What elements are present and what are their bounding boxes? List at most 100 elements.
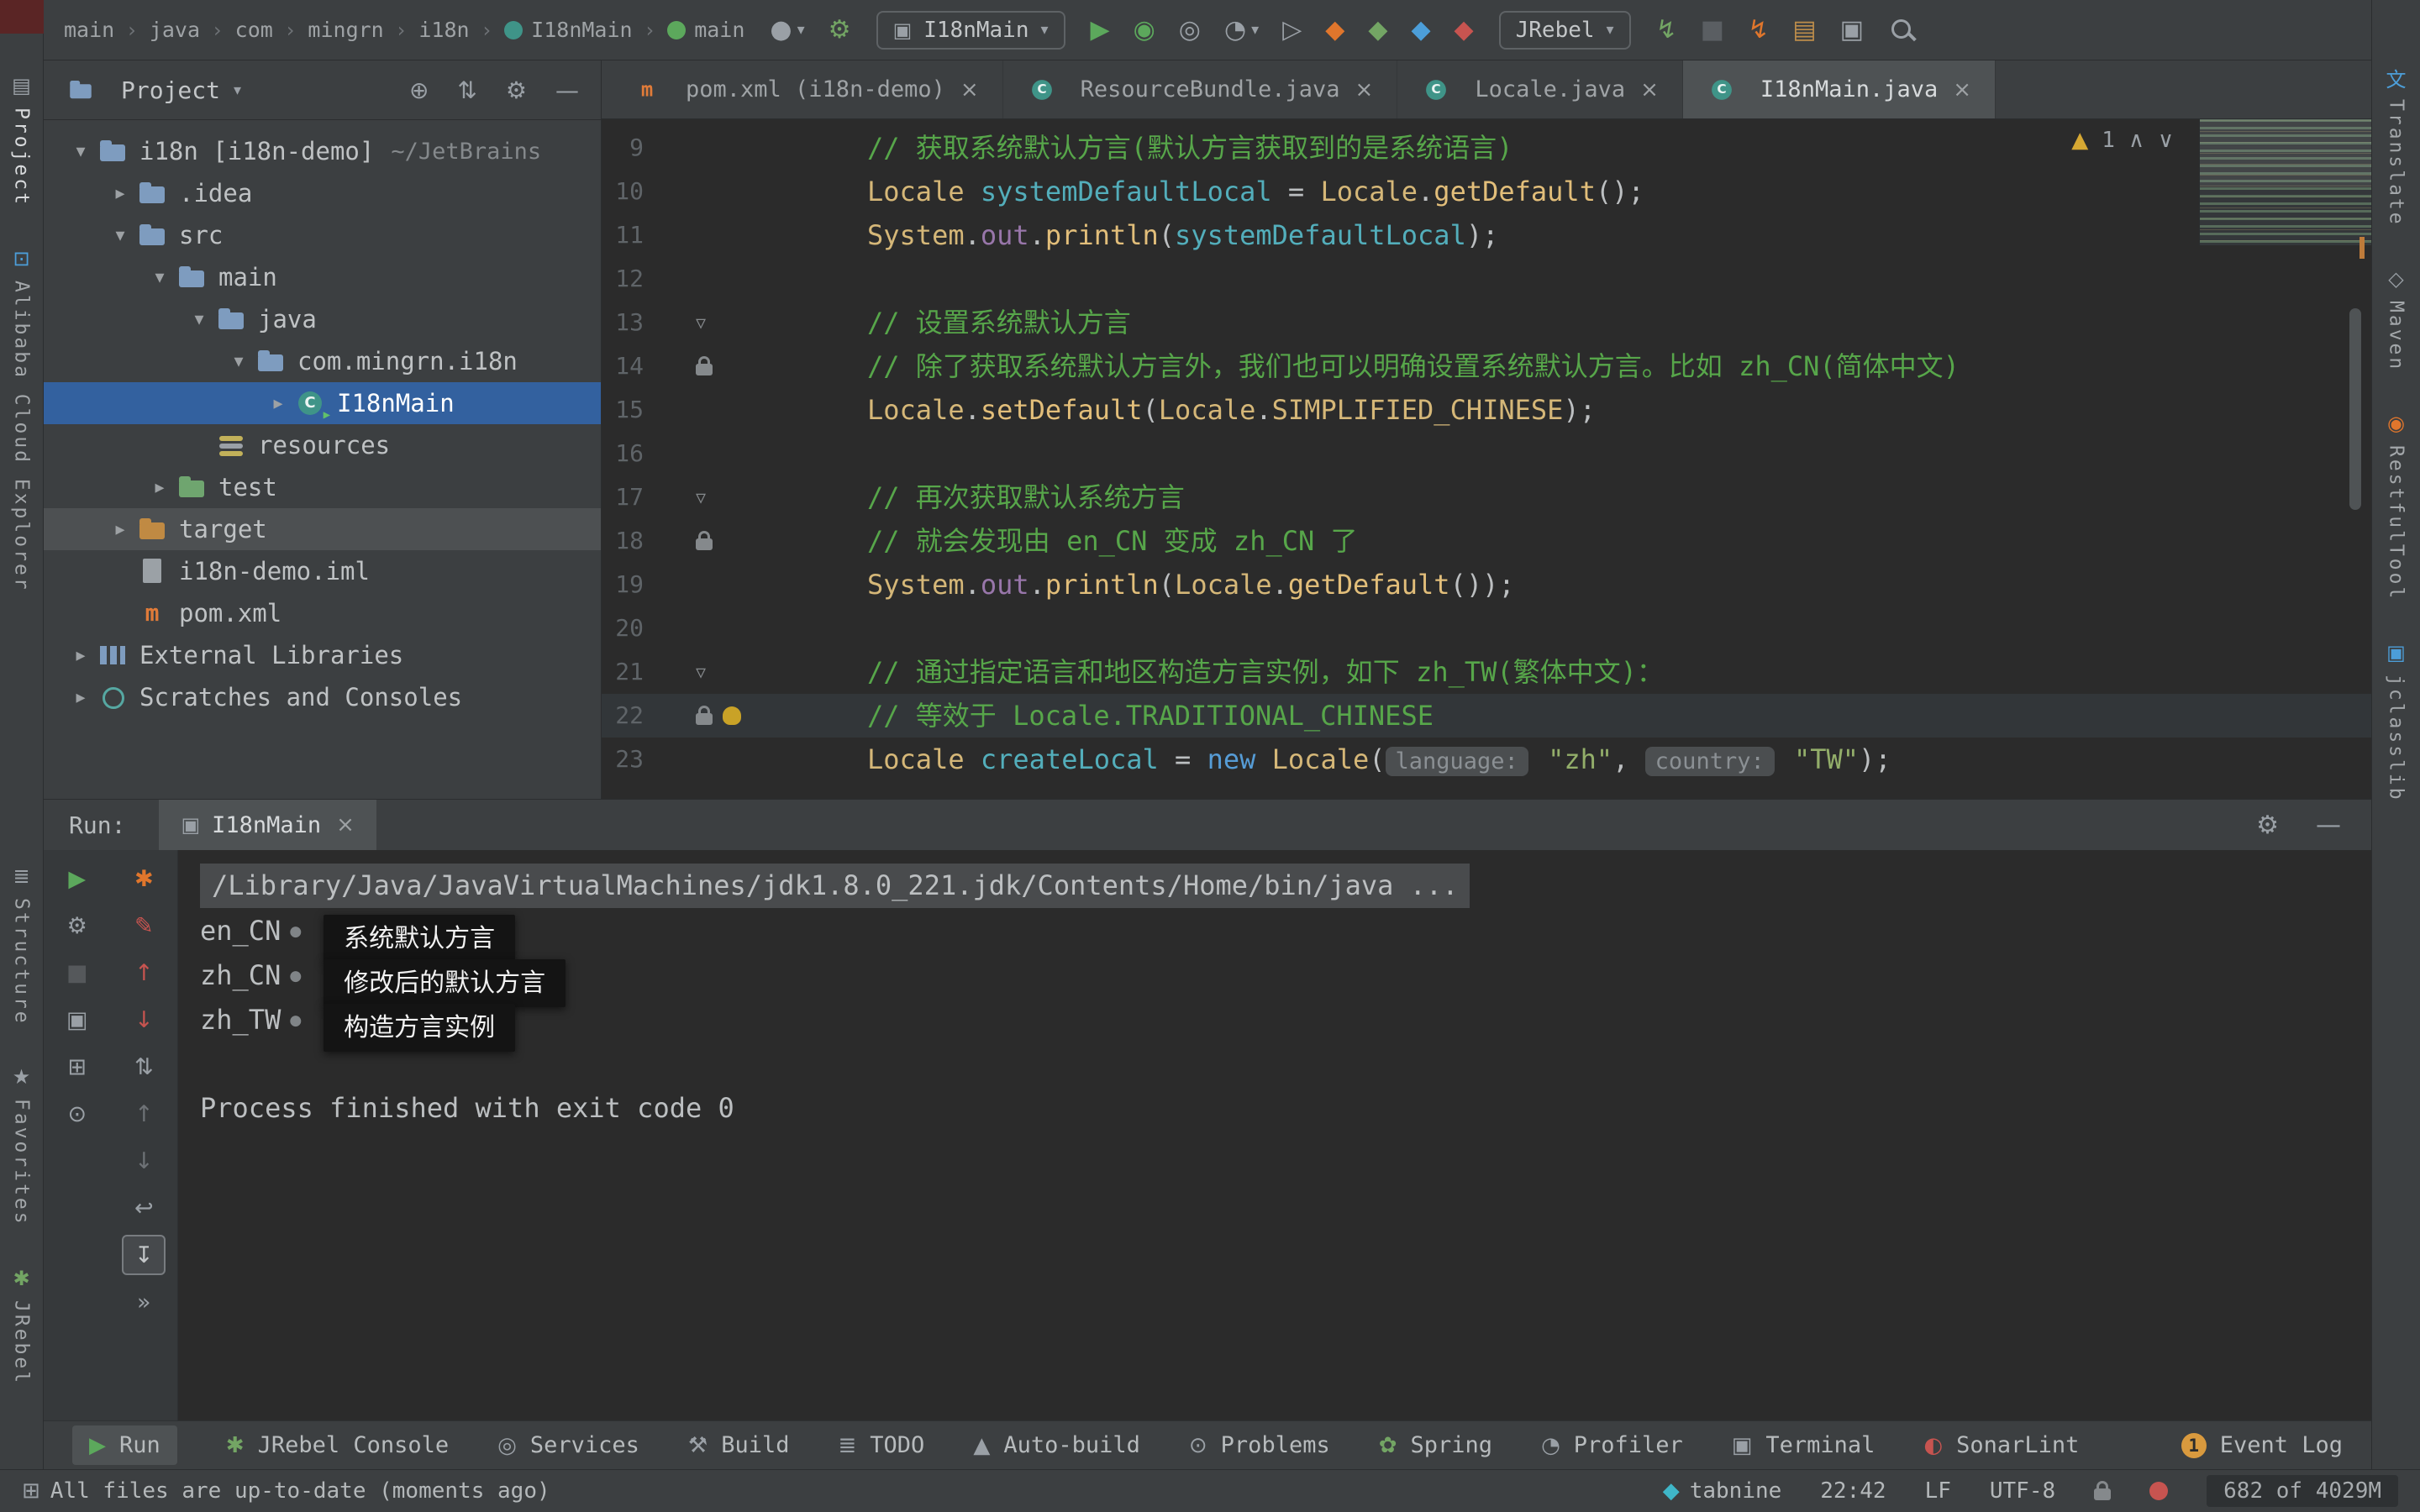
hotswap-icon[interactable]: ↯ [1748, 15, 1769, 45]
toolwindow-profiler[interactable]: ◔ Profiler [1541, 1432, 1683, 1458]
memory-indicator[interactable]: 682 of 4029M [2207, 1475, 2398, 1507]
code-text[interactable]: // 获取系统默认方言(默认方言获取到的是系统语言) [783, 126, 1512, 170]
tree-toggle-icon[interactable]: ▸ [103, 183, 137, 204]
restore-layout-icon[interactable]: ▣ [1840, 15, 1864, 45]
line-number[interactable]: 16 [602, 432, 649, 475]
code-minimap[interactable] [2199, 119, 2371, 245]
debug-icon[interactable]: ◉ [1134, 15, 1155, 45]
breadcrumb-mingrn[interactable]: mingrn [308, 18, 383, 42]
toolwindow-event-log[interactable]: 1 Event Log [2181, 1432, 2343, 1458]
tree-item-main[interactable]: ▾ main [44, 256, 601, 298]
toolwindow-sonarlint[interactable]: ◐ SonarLint [1923, 1432, 2079, 1458]
code-text[interactable]: System.out.println(Locale.getDefault()); [783, 563, 1515, 606]
tree-item-com-mingrn-i18n[interactable]: ▾ com.mingrn.i18n [44, 340, 601, 382]
pin-icon[interactable]: ⊙ [55, 1094, 99, 1134]
stripe-button-jrebel[interactable]: ✱ JRebel [8, 1265, 35, 1385]
rebel-agent-icon[interactable]: ↯ [1656, 15, 1677, 45]
chevron-down-icon[interactable]: ▾ [234, 81, 241, 99]
run-anything-icon[interactable]: ▷ [1282, 15, 1302, 45]
inspection-widget[interactable]: ▲ 1 ∧ ∨ [2071, 128, 2174, 153]
code-text[interactable] [783, 257, 867, 301]
layout-icon[interactable]: ⊞ [55, 1047, 99, 1087]
stop-icon[interactable]: ■ [1701, 15, 1724, 45]
settings-icon[interactable]: ⚙ [506, 76, 527, 104]
stop-icon[interactable]: ■ [55, 953, 99, 993]
toolwindow-build[interactable]: ⚒ Build [688, 1432, 790, 1458]
run-settings-icon[interactable]: ⚙ [2256, 811, 2279, 840]
toolwindow-run[interactable]: ▶ Run [72, 1425, 177, 1465]
editor-scrollbar[interactable] [2349, 308, 2361, 510]
tree-toggle-icon[interactable]: ▸ [64, 687, 97, 708]
stripe-button-jclasslib[interactable]: ▣ jclasslib [2383, 639, 2410, 802]
code-text[interactable]: System.out.println(systemDefaultLocal); [783, 213, 1498, 257]
down-stack-icon[interactable]: ↓ [122, 1000, 166, 1040]
tab-i18nmain-java[interactable]: I18nMain.java × [1682, 60, 1996, 118]
line-number[interactable]: 18 [602, 519, 649, 563]
sort-icon[interactable]: ⇅ [122, 1047, 166, 1087]
breadcrumb-i18nmain[interactable]: I18nMain [504, 18, 633, 42]
toolwindow-jrebel-console[interactable]: ✱ JRebel Console [226, 1432, 449, 1458]
code-text[interactable] [783, 432, 867, 475]
prev-problem-icon[interactable]: ∧ [2128, 128, 2144, 153]
line-number[interactable]: 22 [602, 694, 649, 738]
tree-item-src[interactable]: ▾ src [44, 214, 601, 256]
code-text[interactable]: Locale createLocal = new Locale(language… [783, 738, 1891, 781]
hide-panel-icon[interactable]: — [555, 76, 579, 104]
breadcrumb-i18n[interactable]: i18n [418, 18, 469, 42]
code-text[interactable]: // 除了获取系统默认方言外，我们也可以明确设置系统默认方言。比如 zh_CN(… [783, 344, 1960, 388]
run-settings-icon[interactable]: ⚙ [55, 906, 99, 946]
open-project-icon[interactable]: ▤ [1792, 15, 1816, 45]
search-everywhere-icon[interactable] [1887, 15, 1918, 45]
toolwindow-todo[interactable]: ≣ TODO [838, 1432, 924, 1458]
profiler-icon[interactable]: ◔ ▾ [1224, 15, 1259, 45]
tree-item-i18nmain[interactable]: ▸ I18nMain [44, 382, 601, 424]
sonarlint-status-icon[interactable] [2149, 1482, 2169, 1500]
close-icon[interactable]: × [960, 77, 979, 102]
code-text[interactable]: Locale systemDefaultLocal = Locale.getDe… [783, 170, 1644, 213]
tree-item-external-libraries[interactable]: ▸ External Libraries [44, 634, 601, 676]
stripe-button-maven[interactable]: ◇ Maven [2383, 265, 2410, 371]
tree-toggle-icon[interactable]: ▾ [103, 225, 137, 246]
breadcrumb-java[interactable]: java [150, 18, 200, 42]
tab-pom-xml-i18n-demo[interactable]: pom.xml (i18n-demo) × [608, 60, 1003, 118]
fold-region-icon[interactable]: ▿ [696, 475, 706, 519]
code-text[interactable]: // 再次获取默认系统方言 [783, 475, 1185, 519]
close-icon[interactable]: × [1640, 77, 1659, 102]
stripe-button-favorites[interactable]: ★ Favorites [8, 1063, 35, 1226]
scroll-to-end-icon[interactable]: ↧ [122, 1235, 166, 1275]
tree-toggle-icon[interactable]: ▸ [261, 393, 295, 414]
run-config-combo[interactable]: ▣ I18nMain ▾ [876, 10, 1065, 50]
toolwindow-services[interactable]: ◎ Services [497, 1432, 639, 1458]
tree-item-java[interactable]: ▾ java [44, 298, 601, 340]
tabnine-status[interactable]: ◆ tabnine [1663, 1478, 1782, 1504]
tree-item-test[interactable]: ▸ test [44, 466, 601, 508]
next-occurrence-icon[interactable]: ↓ [122, 1141, 166, 1181]
prev-occurrence-icon[interactable]: ↑ [122, 1094, 166, 1134]
line-number[interactable]: 21 [602, 650, 649, 694]
code-text[interactable]: // 通过指定语言和地区构造方言实例，如下 zh_TW(繁体中文)： [783, 650, 1664, 694]
line-number[interactable]: 11 [602, 213, 649, 257]
jrebel-combo[interactable]: JRebel ▾ [1498, 10, 1631, 50]
coverage-icon[interactable]: ◎ [1179, 15, 1201, 45]
stripe-button-project[interactable]: ▤ Project [8, 72, 35, 207]
jrebel-run-icon[interactable]: ◆ [1325, 15, 1344, 45]
tree-toggle-icon[interactable]: ▸ [64, 645, 97, 666]
tab-resourcebundle-java[interactable]: ResourceBundle.java × [1003, 60, 1398, 118]
code-text[interactable]: // 设置系统默认方言 [783, 301, 1131, 344]
tree-toggle-icon[interactable]: ▾ [222, 351, 255, 372]
close-icon[interactable]: × [1355, 77, 1374, 102]
user-menu-icon[interactable]: ● ▾ [770, 15, 804, 45]
next-problem-icon[interactable]: ∨ [2158, 128, 2174, 153]
line-number[interactable]: 12 [602, 257, 649, 301]
tree-toggle-icon[interactable]: ▾ [143, 267, 176, 288]
toolwindow-terminal[interactable]: ▣ Terminal [1732, 1432, 1876, 1458]
readonly-lock-icon[interactable] [2094, 1481, 2112, 1500]
line-number[interactable]: 14 [602, 344, 649, 388]
stripe-button-alibaba-cloud-explorer[interactable]: ⊡ Alibaba Cloud Explorer [8, 245, 35, 592]
line-number[interactable]: 17 [602, 475, 649, 519]
stripe-button-restfultool[interactable]: ◉ RestfulTool [2383, 410, 2410, 601]
intention-bulb-icon[interactable] [723, 706, 741, 725]
line-number[interactable]: 10 [602, 170, 649, 213]
locate-file-icon[interactable]: ⊕ [409, 76, 429, 104]
line-number[interactable]: 9 [602, 126, 649, 170]
